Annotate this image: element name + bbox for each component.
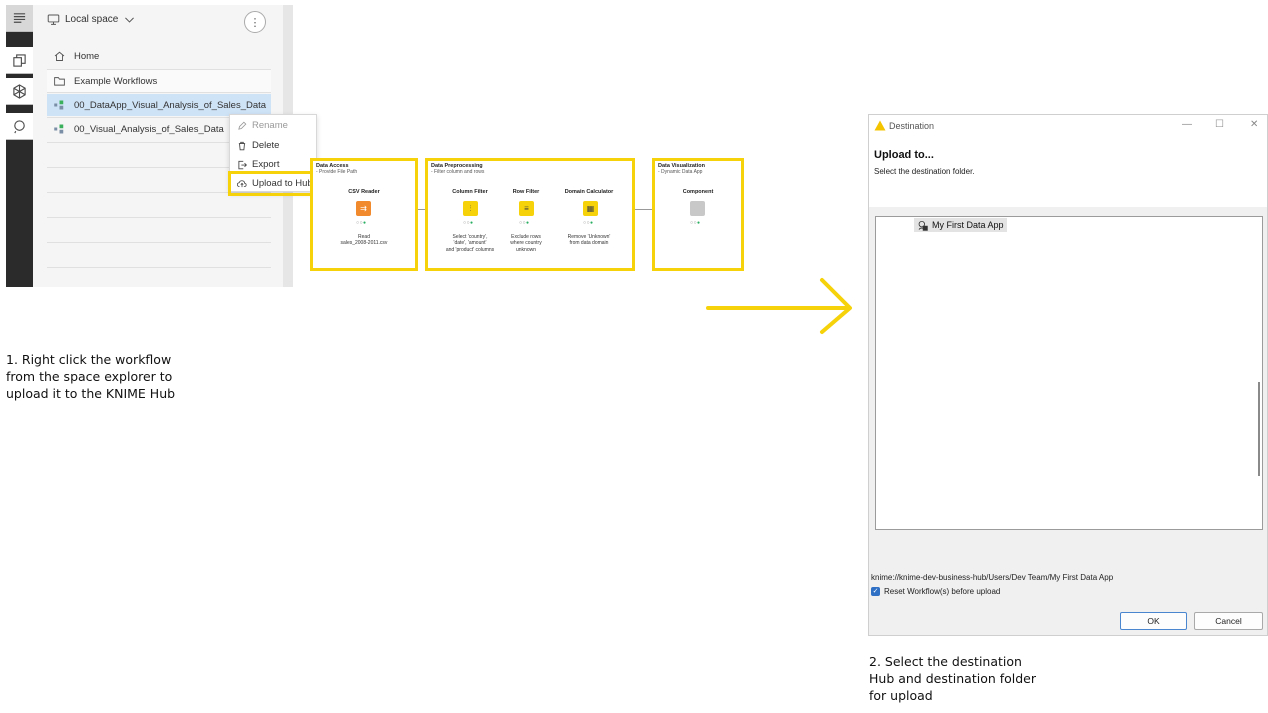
- list-item-label: 00_DataApp_Visual_Analysis_of_Sales_Data: [74, 99, 267, 111]
- node-status-icon: ○○●: [519, 220, 530, 226]
- tree-scrollbar[interactable]: [1258, 382, 1260, 476]
- trash-icon: [238, 141, 246, 150]
- annotation-subtitle: - Provide File Path: [316, 169, 358, 175]
- hub-space-icon: [918, 220, 928, 231]
- node-name-component: Component: [682, 189, 714, 195]
- menu-item-label: Export: [252, 159, 280, 170]
- monitor-icon: [47, 14, 60, 25]
- destination-tree[interactable]: My First Data App: [875, 216, 1263, 530]
- reset-workflow-checkbox-row[interactable]: ✓ Reset Workflow(s) before upload: [871, 587, 1000, 596]
- node-name-csv-reader: CSV Reader: [348, 189, 380, 195]
- home-label: Home: [74, 50, 100, 62]
- upload-highlight-frame: [228, 171, 316, 196]
- destination-dialog: Destination — ☐ ✕ Upload to... Select th…: [868, 114, 1268, 636]
- tree-item-my-first-data-app[interactable]: My First Data App: [914, 218, 1007, 232]
- more-options-icon[interactable]: ⋮: [244, 11, 266, 33]
- dialog-heading: Upload to...: [874, 149, 934, 161]
- chat-assistant-icon[interactable]: [6, 113, 33, 140]
- component-node-icon[interactable]: [690, 201, 705, 216]
- node-desc-row-filter: Exclude rows where country unknown: [510, 234, 542, 253]
- list-item-label: 00_Visual_Analysis_of_Sales_Data: [74, 123, 224, 135]
- space-explorer-icon[interactable]: [6, 78, 33, 105]
- menu-item-label: Rename: [252, 120, 288, 131]
- close-icon[interactable]: ✕: [1250, 119, 1258, 130]
- destination-path: knime://knime-dev-business-hub/Users/Dev…: [871, 573, 1114, 582]
- node-status-icon: ○○●: [583, 220, 594, 226]
- pencil-icon: [238, 121, 247, 130]
- workflow-icon: [54, 100, 64, 110]
- node-status-icon: ○○●: [690, 220, 701, 226]
- list-item-example-workflows[interactable]: Example Workflows: [47, 70, 271, 92]
- list-item-dataapp-workflow[interactable]: 00_DataApp_Visual_Analysis_of_Sales_Data: [47, 94, 271, 116]
- dialog-title: Destination: [889, 121, 935, 131]
- node-name-row-filter: Row Filter: [512, 189, 540, 195]
- domain-calculator-node-icon[interactable]: ▦: [583, 201, 598, 216]
- side-rail: [6, 5, 33, 287]
- chevron-down-icon: [125, 17, 135, 23]
- cancel-button[interactable]: Cancel: [1194, 612, 1263, 630]
- checkbox-checked-icon[interactable]: ✓: [871, 587, 880, 596]
- dialog-subheading: Select the destination folder.: [874, 167, 975, 176]
- annotation-data-visualization[interactable]: Data Visualization - Dynamic Data App Co…: [652, 158, 744, 271]
- caption-step-1: 1. Right click the workflow from the spa…: [6, 352, 176, 401]
- minimize-icon[interactable]: —: [1182, 119, 1192, 130]
- dialog-header: Upload to... Select the destination fold…: [869, 137, 1267, 207]
- ok-button[interactable]: OK: [1120, 612, 1187, 630]
- row-filter-node-icon[interactable]: ≡: [519, 201, 534, 216]
- node-desc-csv-reader: Read sales_2008-2011.csv: [340, 234, 388, 247]
- knime-logo-icon: [874, 120, 886, 131]
- node-repository-icon[interactable]: [6, 47, 33, 74]
- menu-item-delete[interactable]: Delete: [237, 140, 279, 151]
- node-desc-domain-calculator: Remove 'Unknown' from data domain: [567, 234, 611, 247]
- annotation-data-access[interactable]: Data Access - Provide File Path CSV Read…: [310, 158, 418, 271]
- caption-step-2: 2. Select the destination Hub and destin…: [869, 654, 1037, 703]
- annotation-subtitle: - Filter column and rows: [431, 169, 485, 175]
- home-icon: [54, 51, 65, 61]
- menu-item-label: Delete: [252, 140, 280, 151]
- node-name-domain-calculator: Domain Calculator: [564, 189, 614, 195]
- description-icon[interactable]: [6, 5, 33, 32]
- maximize-icon[interactable]: ☐: [1215, 119, 1224, 130]
- arrow-right-icon: [706, 278, 852, 334]
- list-item-label: Example Workflows: [74, 75, 158, 87]
- column-filter-node-icon[interactable]: ⫶: [463, 201, 478, 216]
- annotation-subtitle: - Dynamic Data App: [658, 169, 703, 175]
- home-link[interactable]: Home: [47, 45, 271, 67]
- export-icon: [238, 160, 247, 169]
- folder-icon: [54, 77, 65, 86]
- menu-item-rename[interactable]: Rename: [237, 120, 288, 131]
- menu-item-export[interactable]: Export: [237, 159, 279, 170]
- tree-item-label: My First Data App: [932, 220, 1004, 230]
- workflow-icon: [54, 124, 64, 134]
- dialog-titlebar[interactable]: Destination — ☐ ✕: [869, 115, 1267, 137]
- annotation-data-preprocessing[interactable]: Data Preprocessing - Filter column and r…: [425, 158, 635, 271]
- space-selector[interactable]: Local space: [47, 13, 136, 26]
- node-status-icon: ○○●: [463, 220, 474, 226]
- checkbox-label: Reset Workflow(s) before upload: [884, 587, 1001, 596]
- node-status-icon: ○○●: [356, 220, 367, 226]
- space-label: Local space: [65, 14, 119, 25]
- csv-reader-node-icon[interactable]: ⇉: [356, 201, 371, 216]
